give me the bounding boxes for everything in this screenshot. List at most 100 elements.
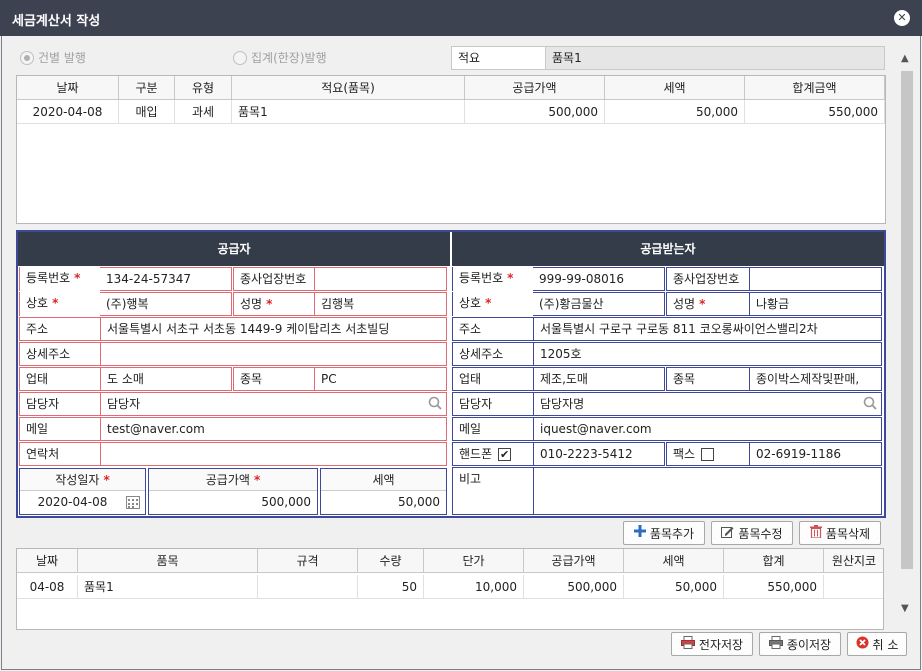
summary-date-label: 작성일자 * (20, 469, 145, 491)
radio-batch-issue[interactable]: 집계(한장)발행 (233, 49, 327, 66)
radio-single-issue[interactable]: 건별 발행 (20, 49, 86, 66)
receiver-contact-field[interactable]: 담당자명 (533, 393, 859, 415)
paper-save-button[interactable]: 종이저장 (759, 632, 841, 656)
receiver-addr-field[interactable]: 서울특별시 구로구 구로동 811 코오롱싸이언스밸리2차 (533, 318, 881, 340)
printer-icon (768, 635, 783, 653)
summary-tax-field[interactable]: 50,000 (321, 491, 446, 514)
summary-date-field[interactable]: 2020-04-08 (20, 491, 125, 514)
col-header[interactable]: 수량 (358, 549, 424, 573)
receiver-addr2-label: 상세주소 (453, 343, 533, 365)
receiver-reg-label: 등록번호 * (453, 267, 533, 291)
plus-icon (633, 525, 646, 541)
radio-icon (20, 50, 34, 65)
supplier-name-label: 상호 * (20, 292, 100, 316)
memo-field[interactable]: 품목1 (545, 46, 885, 70)
printer-icon (680, 635, 695, 653)
receiver-subbiz-label: 종사업장번호 (667, 268, 749, 290)
col-header[interactable]: 적요(품목) (232, 76, 465, 100)
window-title: 세금계산서 작성 (12, 14, 101, 29)
col-header[interactable]: 세액 (605, 76, 745, 100)
fax-checkbox[interactable] (701, 448, 715, 461)
supplier-contact-label: 담당자 (20, 393, 100, 415)
receiver-fax-label: 팩스 (667, 443, 749, 465)
scroll-thumb[interactable] (901, 71, 913, 569)
supplier-addr-field[interactable]: 서울특별시 서초구 서초동 1449-9 케이탑리츠 서초빌딩 (100, 318, 446, 340)
receiver-addr2-field[interactable]: 1205호 (533, 343, 881, 365)
receiver-addr-label: 주소 (453, 318, 533, 340)
col-header[interactable]: 원산지코 (824, 549, 883, 573)
col-header[interactable]: 단가 (424, 549, 524, 573)
receiver-item-label: 종목 (667, 368, 749, 390)
cancel-icon (856, 636, 869, 653)
supplier-email-field[interactable]: test@naver.com (100, 418, 446, 440)
receiver-type-label: 업태 (453, 368, 533, 390)
receiver-reg-field[interactable]: 999-99-08016 (533, 268, 664, 290)
supplier-header: 공급자 (18, 232, 450, 266)
supplier-addr2-label: 상세주소 (20, 343, 100, 365)
supplier-item-field[interactable]: PC (314, 368, 446, 390)
receiver-name-label: 상호 * (453, 292, 533, 316)
supplier-phone-field[interactable] (100, 443, 446, 465)
chevron-down-icon[interactable]: ▼ (901, 603, 909, 614)
supplier-subbiz-label: 종사업장번호 (234, 268, 314, 290)
receiver-email-field[interactable]: iquest@naver.com (533, 418, 881, 440)
search-icon[interactable] (428, 396, 442, 413)
add-item-button[interactable]: 품목추가 (623, 521, 705, 545)
col-header[interactable]: 합계 (724, 549, 824, 573)
summary-supply-field[interactable]: 500,000 (149, 491, 317, 514)
calendar-icon[interactable] (126, 496, 140, 512)
col-header[interactable]: 날짜 (17, 549, 78, 573)
col-header[interactable]: 세액 (624, 549, 724, 573)
col-header[interactable]: 규격 (258, 549, 358, 573)
supplier-subbiz-field[interactable] (314, 268, 446, 290)
trash-icon (809, 524, 822, 542)
receiver-email-label: 메일 (453, 418, 533, 440)
supplier-phone-label: 연락처 (20, 443, 100, 465)
receiver-subbiz-field[interactable] (749, 268, 881, 290)
delete-item-button[interactable]: 품목삭제 (799, 521, 881, 545)
receiver-mobile-label: 핸드폰 ✔ (453, 443, 533, 465)
edit-icon (721, 525, 734, 542)
receiver-rep-field[interactable]: 나황금 (749, 293, 881, 315)
mobile-checkbox[interactable]: ✔ (498, 448, 512, 461)
supplier-type-field[interactable]: 도 소매 (100, 368, 231, 390)
edit-item-button[interactable]: 품목수정 (711, 521, 793, 545)
radio-icon (233, 50, 247, 65)
item-grid: 날짜 품목 규격 수량 단가 공급가액 세액 합계 원산지코 04-08 품목1… (16, 548, 884, 630)
col-header[interactable]: 합계금액 (745, 76, 885, 100)
title-bar: 세금계산서 작성 ✕ (0, 0, 922, 36)
receiver-name-field[interactable]: (주)황금물산 (533, 293, 664, 315)
memo-label: 적요 (451, 46, 546, 70)
voucher-grid: 날짜 구분 유형 적요(품목) 공급가액 세액 합계금액 2020-04-08 … (16, 75, 886, 224)
receiver-fax-field[interactable]: 02-6919-1186 (749, 443, 881, 465)
summary-supply-label: 공급가액 * (149, 469, 317, 491)
supplier-contact-field[interactable]: 담당자 (100, 393, 425, 415)
vertical-scrollbar[interactable]: ▲ ▼ (898, 47, 916, 621)
receiver-rep-label: 성명 * (667, 293, 749, 315)
supplier-reg-field[interactable]: 134-24-57347 (100, 268, 231, 290)
chevron-up-icon[interactable]: ▲ (901, 53, 909, 64)
receiver-type-field[interactable]: 제조,도매 (533, 368, 664, 390)
supplier-addr2-field[interactable] (100, 343, 446, 365)
col-header[interactable]: 공급가액 (465, 76, 605, 100)
supplier-rep-field[interactable]: 김행복 (314, 293, 446, 315)
cancel-button[interactable]: 취 소 (847, 632, 907, 656)
close-icon[interactable]: ✕ (894, 10, 910, 26)
receiver-mobile-field[interactable]: 010-2223-5412 (533, 443, 664, 465)
col-header[interactable]: 품목 (78, 549, 258, 573)
col-header[interactable]: 유형 (175, 76, 232, 100)
receiver-note-field[interactable] (533, 468, 881, 514)
supplier-item-label: 종목 (234, 368, 314, 390)
e-save-button[interactable]: 전자저장 (671, 632, 753, 656)
supplier-addr-label: 주소 (20, 318, 100, 340)
supplier-reg-label: 등록번호 * (20, 267, 100, 291)
receiver-contact-label: 담당자 (453, 393, 533, 415)
receiver-item-field[interactable]: 종이박스제작및판매, (749, 368, 881, 390)
receiver-header: 공급받는자 (452, 232, 884, 266)
col-header[interactable]: 공급가액 (524, 549, 624, 573)
receiver-note-label: 비고 (453, 468, 533, 514)
col-header[interactable]: 날짜 (17, 76, 119, 100)
supplier-name-field[interactable]: (주)행복 (100, 293, 231, 315)
col-header[interactable]: 구분 (119, 76, 175, 100)
search-icon[interactable] (863, 396, 877, 413)
